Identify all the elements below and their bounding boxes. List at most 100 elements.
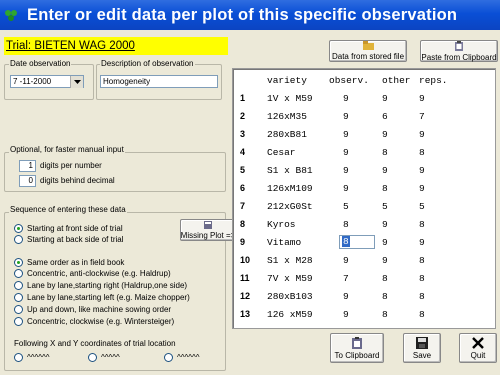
other-cell: 9 bbox=[382, 165, 388, 176]
variety-cell: 1V x M59 bbox=[267, 93, 313, 104]
other-cell: 9 bbox=[382, 255, 388, 266]
radio-coord-3[interactable]: ^^^^^^ bbox=[164, 353, 200, 362]
radio-indicator[interactable] bbox=[14, 224, 23, 233]
radio-indicator[interactable] bbox=[14, 269, 23, 278]
radio-indicator[interactable] bbox=[14, 258, 23, 267]
missing-plot-icon bbox=[203, 220, 213, 231]
radio-coord-2[interactable]: ^^^^^ bbox=[88, 353, 120, 362]
radio-field-book-order[interactable]: Same order as in field book bbox=[14, 258, 124, 267]
table-row: 13 126 xM59 9 8 8 bbox=[233, 306, 497, 324]
observ-cell[interactable]: 9 bbox=[343, 165, 349, 176]
radio-back-side[interactable]: Starting at back side of trial bbox=[14, 235, 124, 244]
to-clipboard-button[interactable]: To Clipboard bbox=[330, 333, 384, 363]
other-cell: 9 bbox=[382, 237, 388, 248]
radio-indicator[interactable] bbox=[14, 281, 23, 290]
radio-indicator[interactable] bbox=[14, 353, 23, 362]
close-icon bbox=[472, 336, 484, 351]
table-row: 9 Vitamo 8 9 9 bbox=[233, 234, 497, 252]
description-label: Description of observation bbox=[100, 59, 195, 68]
missing-plot-button[interactable]: Missing Plot => bbox=[180, 219, 236, 241]
observ-cell-selected[interactable]: 8 bbox=[342, 236, 350, 247]
digits-per-number-input[interactable]: 1 bbox=[19, 160, 36, 172]
radio-up-down[interactable]: Up and down, like machine sowing order bbox=[14, 305, 171, 314]
variety-cell: 280xB103 bbox=[267, 291, 313, 302]
date-select[interactable]: 7 -11-2000 bbox=[10, 75, 84, 88]
app-icon bbox=[3, 7, 19, 23]
row-number: 4 bbox=[240, 147, 246, 157]
description-input[interactable]: Homogeneity bbox=[100, 75, 218, 88]
reps-cell: 8 bbox=[419, 255, 425, 266]
reps-cell: 9 bbox=[419, 237, 425, 248]
optional-group bbox=[4, 152, 226, 192]
row-number: 3 bbox=[240, 129, 246, 139]
coords-label: Following X and Y coordinates of trial l… bbox=[14, 339, 176, 348]
row-number: 11 bbox=[240, 273, 250, 283]
observ-cell[interactable]: 9 bbox=[343, 93, 349, 104]
radio-indicator[interactable] bbox=[164, 353, 173, 362]
table-row: 7 212xG0St 5 5 5 bbox=[233, 198, 497, 216]
observ-cell[interactable]: 9 bbox=[343, 309, 349, 320]
reps-cell: 8 bbox=[419, 309, 425, 320]
other-cell: 8 bbox=[382, 291, 388, 302]
data-from-file-label: Data from stored file bbox=[331, 52, 405, 61]
observ-cell[interactable]: 9 bbox=[343, 147, 349, 158]
grid-header: variety observ. other reps. bbox=[233, 72, 497, 90]
paste-clipboard-button[interactable]: Paste from Clipboard bbox=[420, 40, 498, 62]
radio-indicator[interactable] bbox=[14, 235, 23, 244]
radio-indicator[interactable] bbox=[14, 293, 23, 302]
radio-indicator[interactable] bbox=[14, 317, 23, 326]
other-cell: 8 bbox=[382, 273, 388, 284]
radio-lane-right[interactable]: Lane by lane,starting right (Haldrup,one… bbox=[14, 281, 187, 290]
other-cell: 8 bbox=[382, 309, 388, 320]
other-cell: 9 bbox=[382, 219, 388, 230]
folder-icon bbox=[362, 41, 374, 52]
variety-cell: Cesar bbox=[267, 147, 296, 158]
radio-coord-1[interactable]: ^^^^^^ bbox=[14, 353, 50, 362]
quit-button[interactable]: Quit bbox=[459, 333, 497, 363]
observ-cell[interactable]: 9 bbox=[343, 255, 349, 266]
radio-concentric-anticlockwise[interactable]: Concentric, anti-clockwise (e.g. Haldrup… bbox=[14, 269, 171, 278]
radio-lane-left[interactable]: Lane by lane,starting left (e.g. Maize c… bbox=[14, 293, 190, 302]
observ-cell[interactable]: 7 bbox=[343, 273, 349, 284]
radio-label: ^^^^^ bbox=[101, 353, 120, 362]
observ-cell[interactable]: 5 bbox=[343, 201, 349, 212]
table-row: 2 126xM35 9 6 7 bbox=[233, 108, 497, 126]
data-grid: variety observ. other reps. 1 1V x M59 9… bbox=[232, 68, 496, 329]
row-number: 12 bbox=[240, 291, 251, 301]
floppy-disk-icon bbox=[416, 336, 428, 351]
window-title: Enter or edit data per plot of this spec… bbox=[27, 5, 458, 24]
variety-cell: 280xB81 bbox=[267, 129, 307, 140]
observ-edit-field[interactable]: 8 bbox=[339, 235, 375, 249]
radio-front-side[interactable]: Starting at front side of trial bbox=[14, 224, 123, 233]
row-number: 2 bbox=[240, 111, 246, 121]
observ-cell[interactable]: 9 bbox=[343, 111, 349, 122]
reps-cell: 5 bbox=[419, 201, 425, 212]
column-other: other bbox=[382, 75, 411, 86]
observ-cell[interactable]: 9 bbox=[343, 129, 349, 140]
reps-cell: 8 bbox=[419, 291, 425, 302]
quit-label: Quit bbox=[470, 350, 486, 360]
table-row: 12 280xB103 9 8 8 bbox=[233, 288, 497, 306]
data-from-file-button[interactable]: Data from stored file bbox=[329, 40, 407, 62]
reps-cell: 9 bbox=[419, 183, 425, 194]
radio-indicator[interactable] bbox=[88, 353, 97, 362]
table-row: 10 S1 x M28 9 9 8 bbox=[233, 252, 497, 270]
radio-label: Up and down, like machine sowing order bbox=[27, 305, 172, 314]
radio-indicator[interactable] bbox=[14, 305, 23, 314]
table-row: 6 126xM109 9 8 9 bbox=[233, 180, 497, 198]
digits-decimal-input[interactable]: 0 bbox=[19, 175, 36, 187]
radio-label: Lane by lane,starting left (e.g. Maize c… bbox=[27, 293, 190, 302]
row-number: 10 bbox=[240, 255, 251, 265]
variety-cell: 7V x M59 bbox=[267, 273, 313, 284]
other-cell: 9 bbox=[382, 129, 388, 140]
observ-cell[interactable]: 8 bbox=[343, 219, 349, 230]
radio-concentric-clockwise[interactable]: Concentric, clockwise (e.g. Wintersteige… bbox=[14, 317, 174, 326]
reps-cell: 8 bbox=[419, 147, 425, 158]
column-variety: variety bbox=[267, 75, 307, 86]
save-button[interactable]: Save bbox=[403, 333, 441, 363]
chevron-down-icon[interactable] bbox=[70, 76, 83, 88]
observ-cell[interactable]: 9 bbox=[343, 291, 349, 302]
other-cell: 8 bbox=[382, 147, 388, 158]
row-number: 7 bbox=[240, 201, 246, 211]
observ-cell[interactable]: 9 bbox=[343, 183, 349, 194]
